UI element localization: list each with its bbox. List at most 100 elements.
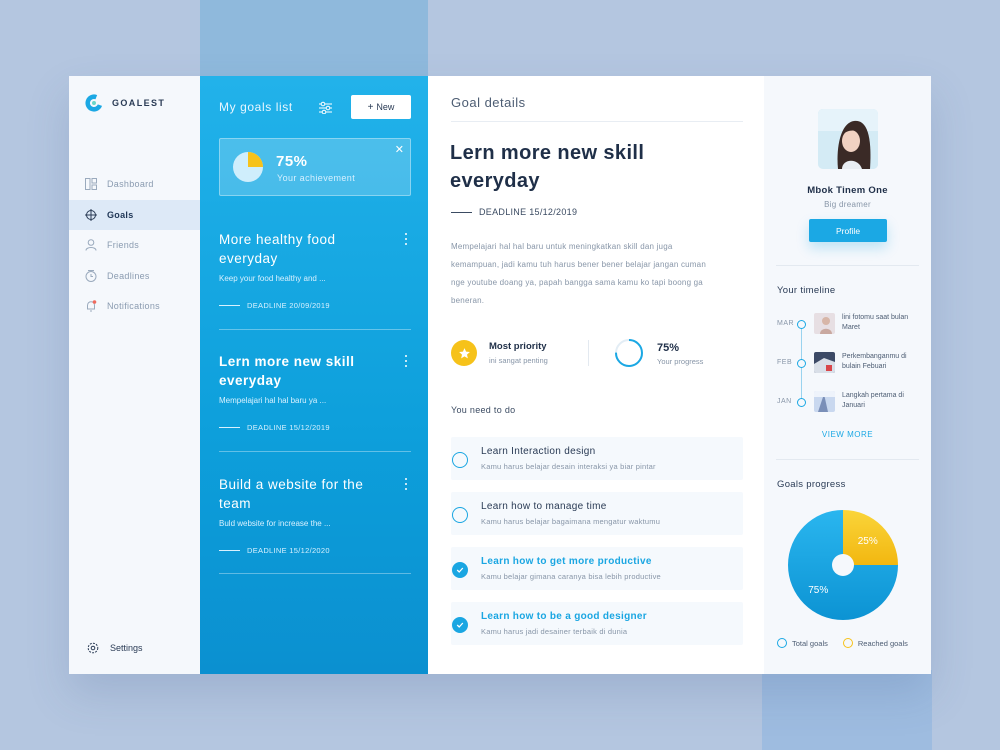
goals-list-title: My goals list — [219, 100, 293, 114]
timeline-dot — [797, 398, 806, 407]
divider — [219, 573, 411, 574]
sidebar-item-dashboard[interactable]: Dashboard — [69, 169, 200, 200]
todo-title: Learn how to get more productive — [481, 556, 652, 567]
timeline-text: Langkah pertama di Januari — [842, 392, 904, 409]
settings-button[interactable]: Settings — [87, 642, 143, 654]
achievement-pie-icon — [233, 152, 263, 182]
progress-label: Your progress — [657, 357, 704, 366]
divider — [588, 340, 589, 366]
todo-subtitle: Kamu harus belajar desain interaksi ya b… — [481, 462, 656, 471]
legend-item: Total goals — [777, 638, 828, 648]
timeline-item[interactable]: MAR lini fotomu saat bulan Maret — [764, 311, 931, 341]
goal-detail-deadline: DEADLINE 15/12/2019 — [451, 207, 577, 217]
goal-deadline: DEADLINE 20/09/2019 — [219, 301, 411, 310]
timeline-item[interactable]: JAN Langkah pertama di Januari — [764, 389, 931, 419]
profile-button[interactable]: Profile — [809, 219, 887, 242]
sidebar-item-friends[interactable]: Friends — [69, 230, 200, 261]
todo-heading: You need to do — [451, 405, 516, 415]
todo-title: Learn how to manage time — [481, 501, 607, 512]
goal-detail-description: Mempelajari hal hal baru untuk meningkat… — [451, 242, 706, 305]
todo-checkbox[interactable] — [452, 452, 468, 468]
todo-item[interactable]: Learn how to be a good designer Kamu har… — [451, 602, 743, 645]
background-strip — [762, 670, 932, 750]
goal-detail-title: Lern more new skill everyday — [450, 142, 645, 192]
timeline-item[interactable]: FEB Perkembanganmu di bulain Febuari — [764, 350, 931, 380]
sidebar-item-goals[interactable]: Goals — [69, 199, 200, 230]
profile-role: Big dreamer — [824, 200, 871, 209]
todo-checkbox[interactable] — [452, 562, 468, 578]
divider — [776, 265, 919, 266]
goal-title: Lern more new skill everyday — [219, 354, 355, 388]
goals-progress-title: Goals progress — [777, 479, 846, 490]
goal-description: Keep your food healthy and ... — [219, 274, 326, 283]
timeline-month: FEB — [777, 359, 793, 366]
sidebar-item-deadlines[interactable]: Deadlines — [69, 261, 200, 292]
timeline-thumbnail — [814, 313, 835, 334]
divider — [776, 459, 919, 460]
more-options-icon[interactable] — [405, 233, 409, 247]
sidebar-item-label: Notifications — [107, 301, 160, 312]
view-more-link[interactable]: VIEW MORE — [764, 430, 931, 439]
background-strip — [200, 0, 428, 80]
clock-icon — [85, 269, 97, 282]
goals-list-panel: My goals list + New 75% Your achievement… — [200, 76, 428, 674]
timeline-thumbnail — [814, 391, 835, 412]
settings-label: Settings — [110, 643, 143, 653]
todo-checkbox[interactable] — [452, 507, 468, 523]
goal-title: More healthy food everyday — [219, 232, 336, 266]
goal-description: Mempelajari hal hal baru ya ... — [219, 396, 327, 405]
sidebar-nav: Dashboard Goals Friends Deadlines Notifi… — [69, 169, 200, 322]
pie-data-label: 25% — [858, 536, 878, 547]
achievement-label: Your achievement — [277, 173, 356, 183]
goal-detail-deadline-text: DEADLINE 15/12/2019 — [479, 207, 578, 217]
bell-icon — [87, 300, 97, 312]
logo-icon — [85, 94, 103, 112]
divider — [219, 451, 411, 452]
sidebar-item-label: Friends — [107, 240, 140, 251]
sidebar-item-notifications[interactable]: Notifications — [69, 291, 200, 322]
todo-subtitle: Kamu harus jadi desainer terbaik di duni… — [481, 627, 628, 636]
goal-description: Buld website for increase the ... — [219, 519, 331, 528]
goals-progress-pie-chart: 25% 75% — [788, 510, 898, 620]
divider — [451, 121, 743, 122]
goal-deadline-text: DEADLINE 15/12/2019 — [247, 423, 330, 432]
goals-list-header: My goals list + New — [219, 95, 411, 119]
timeline-title: Your timeline — [777, 285, 836, 296]
goal-card[interactable]: Lern more new skill everyday Mempelajari… — [219, 352, 411, 432]
more-options-icon[interactable] — [405, 478, 409, 492]
goal-card[interactable]: More healthy food everyday Keep your foo… — [219, 230, 411, 310]
goal-card[interactable]: Build a website for the team Buld websit… — [219, 475, 411, 555]
goal-deadline: DEADLINE 15/12/2020 — [219, 546, 411, 555]
logo: GOALEST — [85, 94, 165, 112]
sidebar-item-label: Dashboard — [107, 179, 154, 190]
new-goal-button[interactable]: + New — [351, 95, 411, 119]
dashboard-icon — [85, 178, 97, 191]
gear-icon — [87, 642, 99, 654]
divider — [219, 329, 411, 330]
checkmark-icon — [456, 567, 464, 573]
priority-title: Most priority — [489, 341, 547, 352]
close-icon[interactable]: ✕ — [395, 143, 404, 156]
legend-swatch — [777, 638, 787, 648]
target-icon — [85, 208, 97, 221]
avatar — [818, 109, 878, 169]
details-header: Goal details — [451, 95, 526, 110]
goal-details-panel: Goal details Lern more new skill everyda… — [428, 76, 764, 674]
more-options-icon[interactable] — [405, 355, 409, 369]
goal-deadline: DEADLINE 15/12/2019 — [219, 423, 411, 432]
sidebar-item-label: Deadlines — [107, 270, 150, 281]
todo-item[interactable]: Learn Interaction design Kamu harus bela… — [451, 437, 743, 480]
goal-deadline-text: DEADLINE 15/12/2020 — [247, 546, 330, 555]
filter-icon[interactable] — [319, 101, 332, 114]
sidebar-item-label: Goals — [107, 209, 134, 220]
todo-item[interactable]: Learn how to get more productive Kamu be… — [451, 547, 743, 590]
progress-ring — [615, 339, 643, 367]
timeline-text: lini fotomu saat bulan Maret — [842, 314, 909, 331]
goal-stats: Most priority ini sangat penting 75% You… — [451, 338, 743, 370]
todo-item[interactable]: Learn how to manage time Kamu harus bela… — [451, 492, 743, 535]
goal-deadline-text: DEADLINE 20/09/2019 — [247, 301, 330, 310]
timeline-month: MAR — [777, 320, 795, 327]
user-icon — [85, 239, 97, 251]
pie-center — [832, 554, 854, 576]
todo-checkbox[interactable] — [452, 617, 468, 633]
